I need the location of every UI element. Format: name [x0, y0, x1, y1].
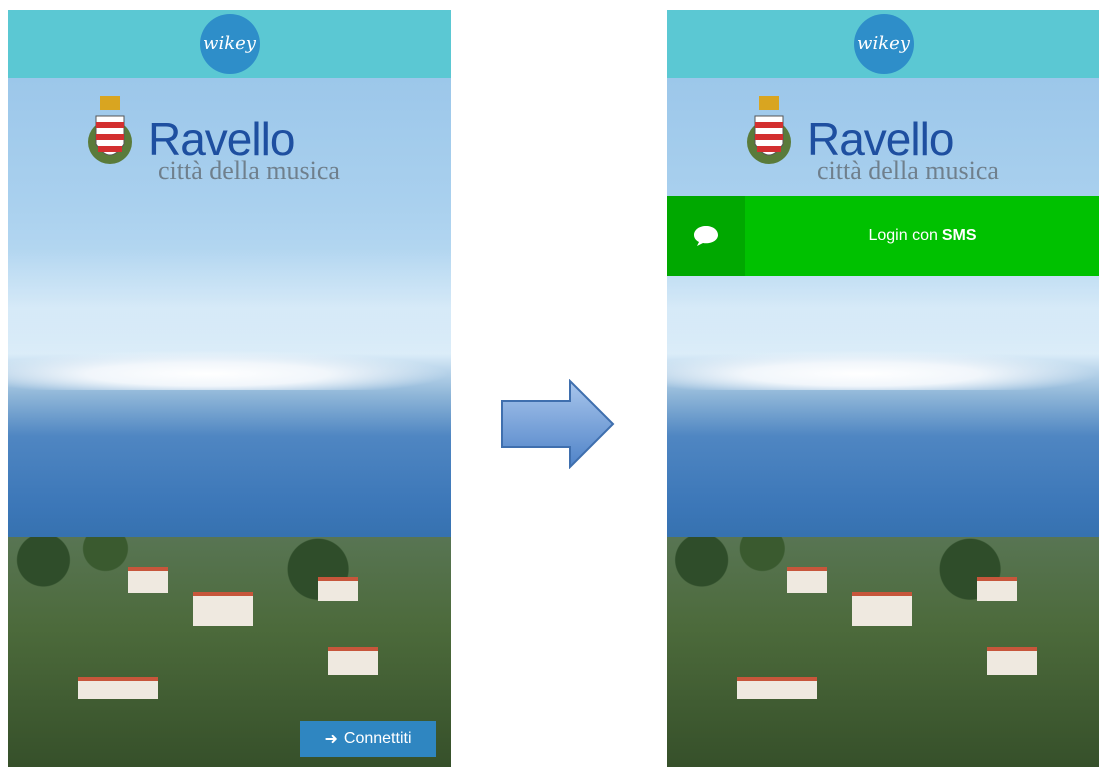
- wikey-logo: wikey: [853, 14, 914, 74]
- chat-bubble-icon: [694, 226, 718, 246]
- building: [318, 577, 358, 601]
- right-screen: wikey Ravello città della musica Login c…: [667, 10, 1099, 767]
- sms-icon-box: [667, 196, 745, 276]
- left-screen: wikey Ravello città della musica ➜ Conne…: [8, 10, 451, 767]
- wikey-logo: wikey: [199, 14, 260, 74]
- ravello-logo: Ravello città della musica: [8, 96, 451, 185]
- coat-of-arms-icon: [88, 96, 132, 164]
- building: [328, 647, 378, 675]
- building: [737, 677, 817, 699]
- ravello-subtitle: città della musica: [817, 156, 999, 185]
- ravello-logo: Ravello città della musica: [667, 96, 1099, 185]
- header-bar: wikey: [667, 10, 1099, 78]
- building: [852, 592, 912, 626]
- transition-arrow-icon: [501, 379, 615, 469]
- connect-label: Connettiti: [343, 730, 412, 747]
- cloud-band: [8, 350, 451, 390]
- sms-login-label: Login con SMS: [745, 196, 1099, 276]
- arrow-right-icon: ➜: [324, 731, 338, 748]
- sms-login-bold: SMS: [941, 227, 977, 244]
- building: [787, 567, 827, 593]
- header-bar: wikey: [8, 10, 451, 78]
- cloud-band: [667, 350, 1099, 390]
- building: [193, 592, 253, 626]
- building: [128, 567, 168, 593]
- coat-of-arms-icon: [747, 96, 791, 164]
- building: [977, 577, 1017, 601]
- town-view: [667, 537, 1099, 767]
- connect-button[interactable]: ➜ Connettiti: [300, 721, 436, 757]
- building: [78, 677, 158, 699]
- building: [987, 647, 1037, 675]
- sms-login-prefix: Login con: [868, 227, 938, 244]
- sms-login-button[interactable]: Login con SMS: [667, 196, 1099, 276]
- ravello-subtitle: città della musica: [158, 156, 340, 185]
